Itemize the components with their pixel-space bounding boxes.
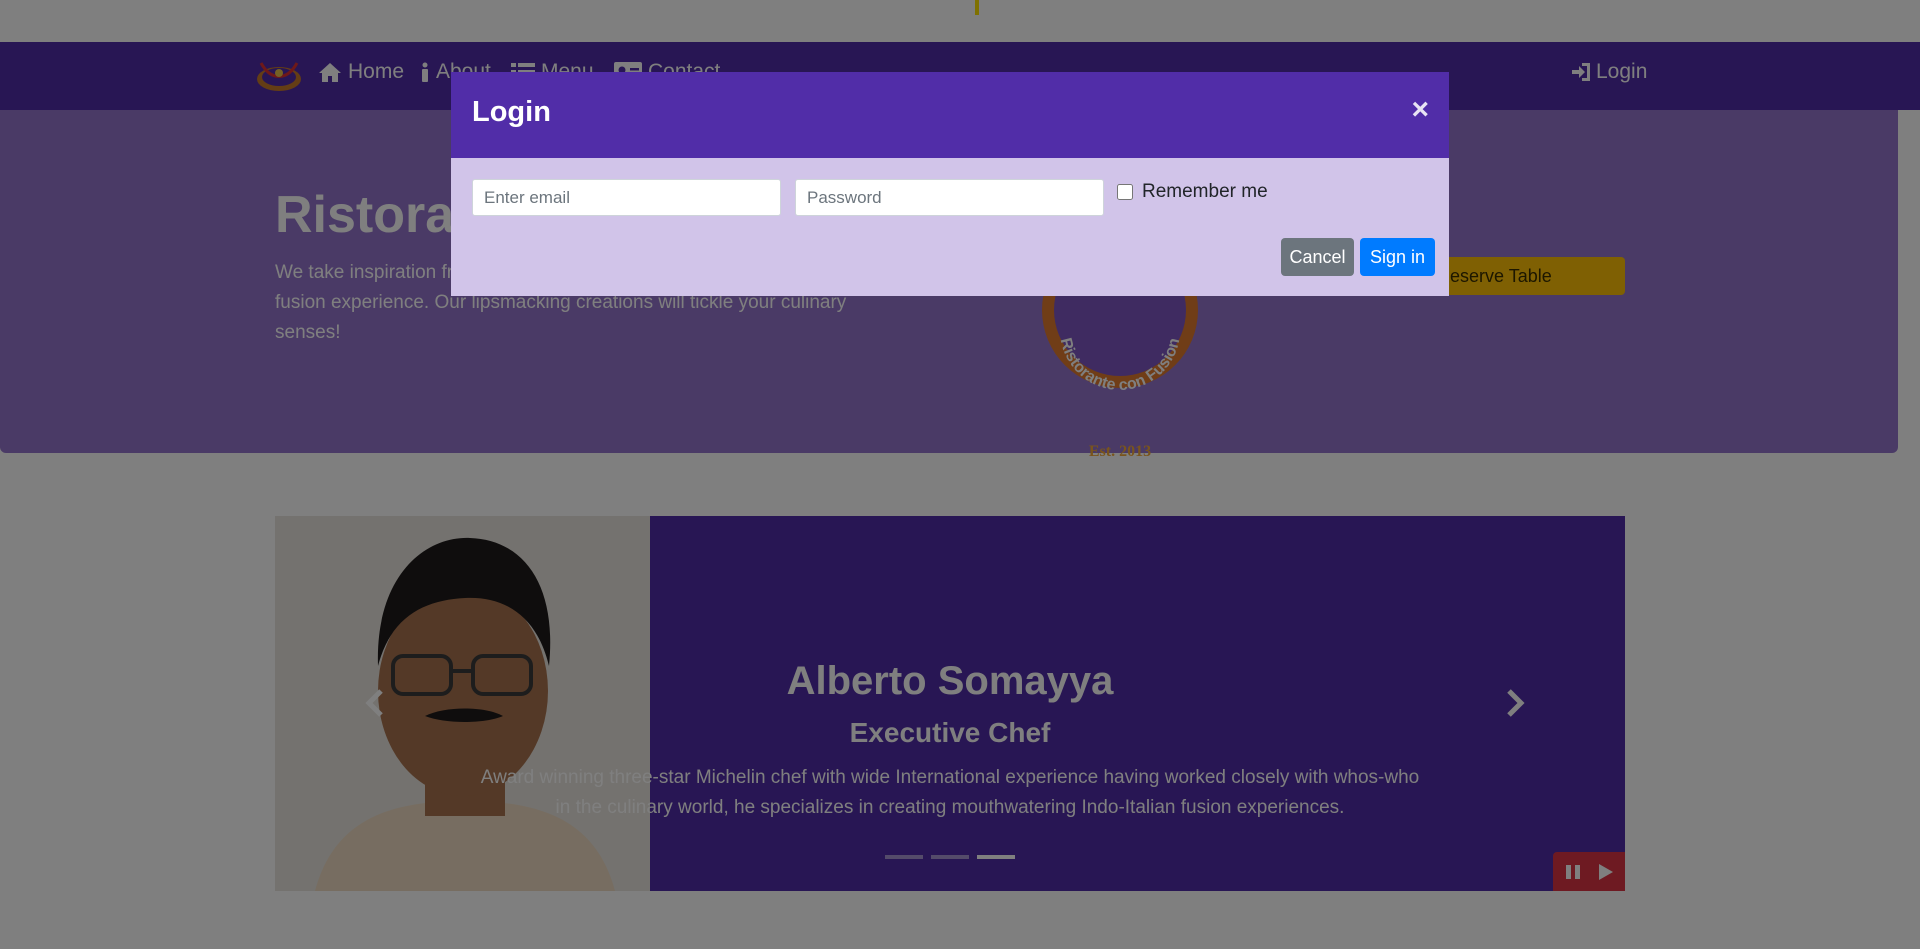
- sign-in-button[interactable]: Sign in: [1360, 238, 1435, 276]
- modal-title: Login: [472, 96, 551, 128]
- remember-me-checkbox[interactable]: [1117, 184, 1133, 200]
- modal-body: Remember me Cancel Sign in: [451, 158, 1449, 296]
- cancel-button[interactable]: Cancel: [1281, 238, 1354, 276]
- modal-header: Login ×: [451, 72, 1449, 158]
- close-icon[interactable]: ×: [1411, 93, 1429, 127]
- password-input[interactable]: [795, 179, 1104, 216]
- remember-me-label: Remember me: [1142, 181, 1268, 202]
- email-input[interactable]: [472, 179, 781, 216]
- login-modal: Login × Remember me Cancel Sign in: [451, 72, 1449, 296]
